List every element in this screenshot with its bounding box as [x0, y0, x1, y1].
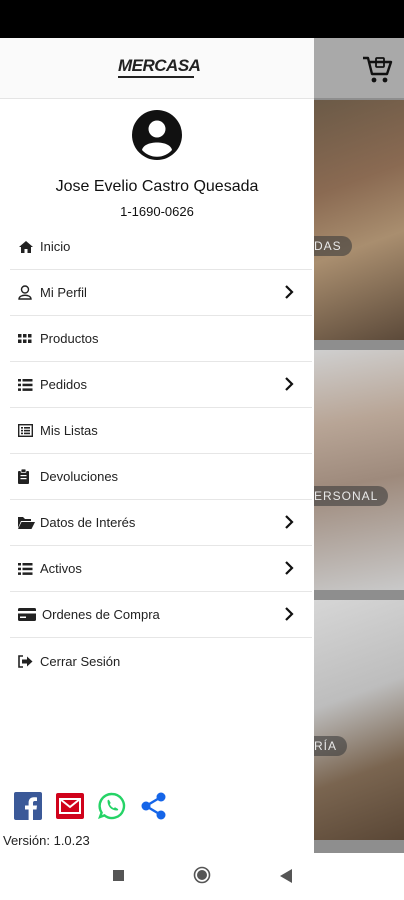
- menu-item-mis-listas[interactable]: Mis Listas: [10, 408, 312, 454]
- grid-icon: [18, 331, 36, 347]
- menu-item-pedidos[interactable]: Pedidos: [10, 362, 312, 408]
- navigation-drawer: MERCASA Jose Evelio Castro Quesada 1-169…: [0, 38, 314, 853]
- menu-item-label: Productos: [40, 331, 99, 346]
- logo-underline: [118, 76, 194, 78]
- recents-icon[interactable]: [113, 870, 124, 881]
- menu-item-label: Ordenes de Compra: [42, 607, 160, 622]
- back-icon[interactable]: [279, 868, 293, 884]
- drawer-header: MERCASA: [0, 38, 314, 99]
- sign-out-icon: [18, 653, 36, 669]
- folder-open-icon: [18, 515, 36, 531]
- system-nav-bar: [0, 853, 404, 900]
- menu-item-label: Mi Perfil: [40, 285, 87, 300]
- category-card[interactable]: DAS: [314, 100, 404, 340]
- user-id: 1-1690-0626: [120, 204, 194, 219]
- menu-item-mi-perfil[interactable]: Mi Perfil: [10, 270, 312, 316]
- category-label: DAS: [314, 236, 352, 256]
- version-text: Versión: 1.0.23: [3, 833, 90, 848]
- facebook-icon[interactable]: [14, 792, 42, 820]
- list-icon: [18, 377, 36, 393]
- share-row: [14, 792, 168, 820]
- chevron-right-icon: [285, 561, 294, 575]
- cart-icon[interactable]: [360, 52, 394, 86]
- menu-item-devoluciones[interactable]: Devoluciones: [10, 454, 312, 500]
- chevron-right-icon: [285, 285, 294, 299]
- category-card[interactable]: RÍA: [314, 600, 404, 840]
- avatar-icon: [132, 110, 182, 160]
- chevron-right-icon: [285, 607, 294, 621]
- list-alt-icon: [18, 423, 36, 439]
- background-top-bar: [314, 38, 404, 98]
- whatsapp-icon[interactable]: [98, 792, 126, 820]
- menu-item-label: Inicio: [40, 239, 71, 254]
- menu-item-cerrar-sesion[interactable]: Cerrar Sesión: [10, 638, 312, 684]
- menu-item-label: Mis Listas: [40, 423, 98, 438]
- background-app[interactable]: DAS ERSONAL RÍA: [314, 38, 404, 853]
- clipboard-icon: [18, 469, 36, 485]
- user-name: Jose Evelio Castro Quesada: [55, 178, 259, 195]
- menu-item-ordenes-de-compra[interactable]: Ordenes de Compra: [10, 592, 312, 638]
- credit-card-icon: [18, 607, 38, 623]
- menu-item-label: Datos de Interés: [40, 515, 136, 530]
- home-nav-icon[interactable]: [193, 866, 211, 884]
- menu-item-activos[interactable]: Activos: [10, 546, 312, 592]
- share-icon[interactable]: [140, 792, 168, 820]
- menu-item-productos[interactable]: Productos: [10, 316, 312, 362]
- category-label: ERSONAL: [314, 486, 389, 506]
- drawer-menu: Inicio Mi Perfil Productos Pedidos Mis L…: [10, 224, 312, 684]
- status-bar: [0, 0, 404, 38]
- chevron-right-icon: [285, 515, 294, 529]
- list-icon: [18, 561, 36, 577]
- category-label: RÍA: [314, 736, 348, 756]
- category-card[interactable]: ERSONAL: [314, 350, 404, 590]
- email-icon[interactable]: [56, 792, 84, 820]
- chevron-right-icon: [285, 377, 294, 391]
- menu-item-label: Pedidos: [40, 377, 87, 392]
- user-icon: [18, 285, 36, 301]
- menu-item-inicio[interactable]: Inicio: [10, 224, 312, 270]
- home-icon: [18, 239, 36, 255]
- app-logo: MERCASA: [118, 56, 201, 75]
- menu-item-datos-de-interes[interactable]: Datos de Interés: [10, 500, 312, 546]
- menu-item-label: Activos: [40, 561, 82, 576]
- menu-item-label: Devoluciones: [40, 469, 119, 484]
- menu-item-label: Cerrar Sesión: [40, 653, 121, 669]
